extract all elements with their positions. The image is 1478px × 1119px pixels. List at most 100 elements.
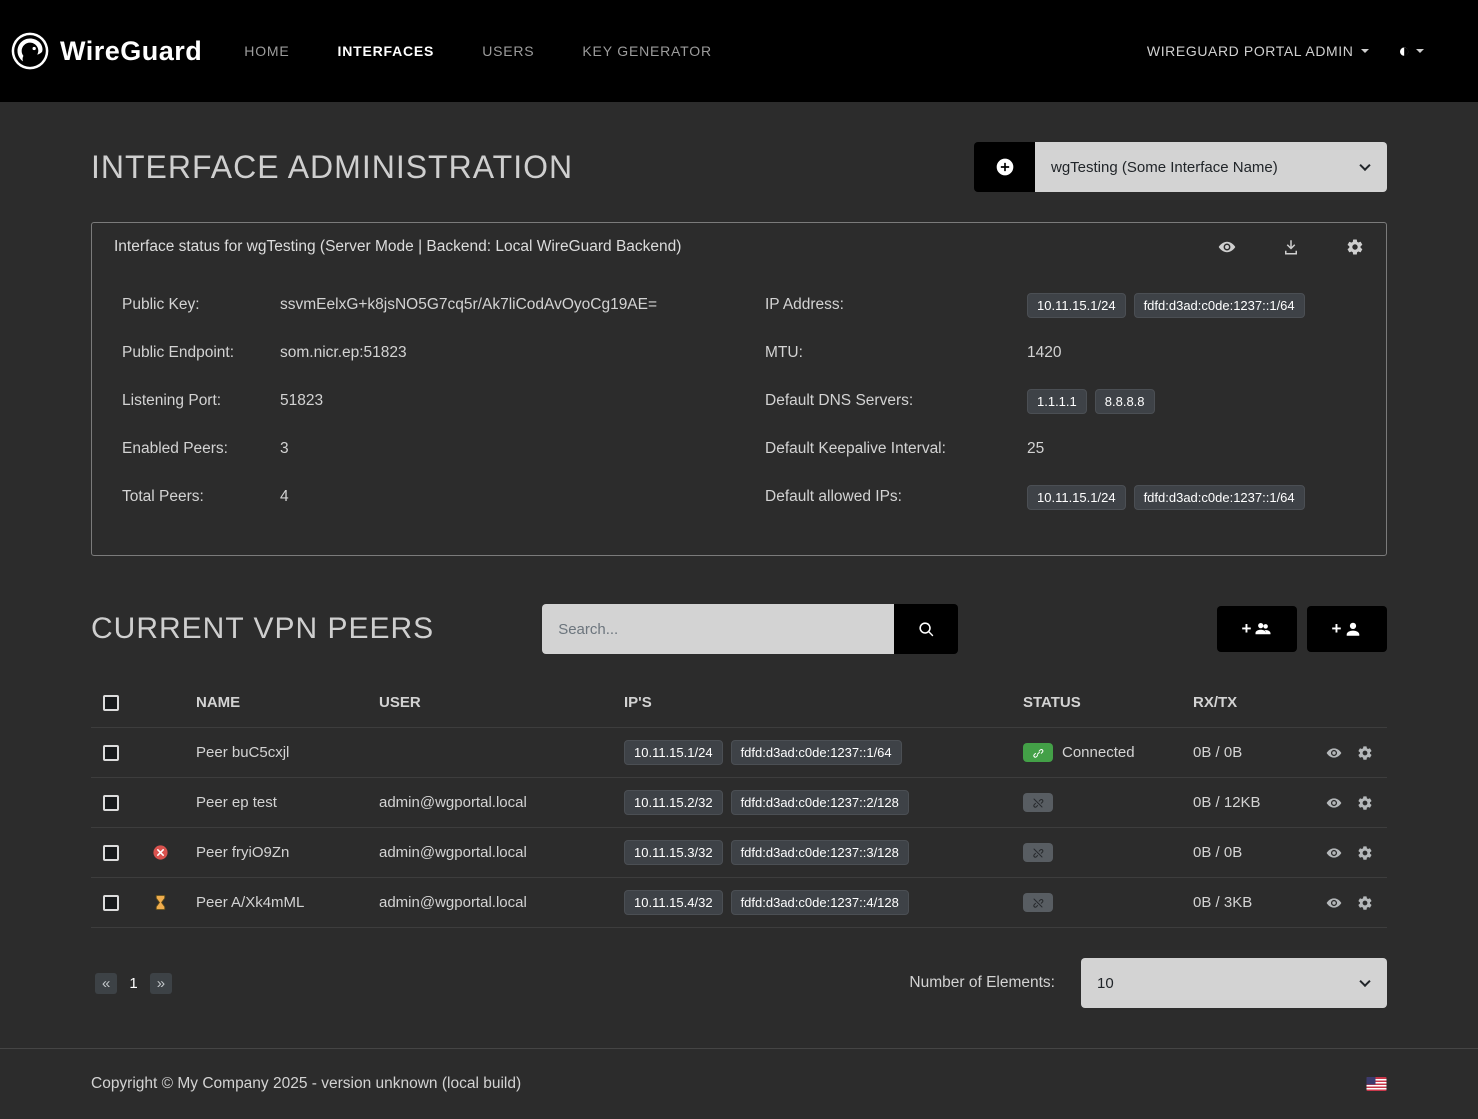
view-peer-icon[interactable]	[1326, 845, 1342, 861]
disconnected-link-icon	[1023, 893, 1053, 912]
search-button[interactable]	[894, 604, 958, 654]
field-public-key: Public Key: ssvmEelxG+k8jsNO5G7cq5r/Ak7l…	[122, 281, 765, 329]
field-public-endpoint: Public Endpoint: som.nicr.ep:51823	[122, 329, 765, 377]
pagination-next[interactable]: »	[150, 973, 172, 994]
peer-ip-badge: 10.11.15.3/32	[624, 840, 723, 865]
search-input[interactable]	[542, 604, 894, 654]
view-peer-icon[interactable]	[1326, 895, 1342, 911]
peer-user: admin@wgportal.local	[379, 794, 624, 811]
edit-peer-icon[interactable]	[1357, 845, 1373, 861]
pagination-prev[interactable]: «	[95, 973, 117, 994]
peer-checkbox[interactable]	[103, 795, 119, 811]
field-mtu: MTU: 1420	[765, 329, 1356, 377]
disconnected-link-icon	[1023, 843, 1053, 862]
nav-item-home[interactable]: HOME	[244, 43, 289, 59]
field-label: Public Endpoint:	[122, 344, 280, 362]
page-size-group: Number of Elements: 10	[909, 958, 1387, 1008]
admin-dropdown[interactable]: WIREGUARD PORTAL ADMIN	[1147, 43, 1369, 59]
peers-toolbar: CURRENT VPN PEERS + +	[91, 604, 1387, 654]
table-footer-controls: « 1 » Number of Elements: 10	[91, 958, 1387, 1008]
theme-toggle-dropdown[interactable]: ◐	[1399, 42, 1424, 61]
peer-name: Peer buC5cxjl	[196, 744, 379, 761]
field-allowed-ips: Default allowed IPs: 10.11.15.1/24 fdfd:…	[765, 473, 1356, 521]
peer-row[interactable]: Peer A/Xk4mML admin@wgportal.local 10.11…	[91, 878, 1387, 928]
plus-icon: +	[1332, 619, 1342, 639]
us-flag-icon[interactable]	[1366, 1077, 1387, 1091]
elements-label: Number of Elements:	[909, 974, 1055, 992]
peer-checkbox[interactable]	[103, 845, 119, 861]
peer-name: Peer fryiO9Zn	[196, 844, 379, 861]
search-icon	[918, 621, 935, 638]
dns-badge: 1.1.1.1	[1027, 389, 1087, 414]
peer-row[interactable]: Peer ep test admin@wgportal.local 10.11.…	[91, 778, 1387, 828]
field-enabled-peers: Enabled Peers: 3	[122, 425, 765, 473]
column-header-rxtx: RX/TX	[1193, 694, 1373, 711]
add-multiple-peers-button[interactable]: +	[1217, 606, 1297, 652]
peer-checkbox[interactable]	[103, 895, 119, 911]
page-size-select[interactable]: 10	[1081, 958, 1387, 1008]
field-label: Default Keepalive Interval:	[765, 440, 1027, 458]
column-header-status: STATUS	[1023, 694, 1193, 711]
chevron-down-icon	[1361, 49, 1369, 53]
peer-ip-badge: 10.11.15.4/32	[624, 890, 723, 915]
peer-ip-badge: fdfd:d3ad:c0de:1237::1/64	[731, 740, 902, 765]
field-value: som.nicr.ep:51823	[280, 344, 407, 362]
plus-circle-icon	[995, 157, 1015, 177]
peer-rxtx: 0B / 0B	[1193, 844, 1326, 861]
wireguard-logo-icon	[10, 31, 50, 71]
peer-user: admin@wgportal.local	[379, 844, 624, 861]
peer-ip-badge: 10.11.15.2/32	[624, 790, 723, 815]
peer-ip-badge: fdfd:d3ad:c0de:1237::2/128	[731, 790, 909, 815]
field-total-peers: Total Peers: 4	[122, 473, 765, 521]
edit-interface-icon[interactable]	[1346, 238, 1364, 256]
view-peer-icon[interactable]	[1326, 795, 1342, 811]
peer-name: Peer ep test	[196, 794, 379, 811]
nav-item-key-generator[interactable]: KEY GENERATOR	[582, 43, 711, 59]
peers-title: CURRENT VPN PEERS	[91, 612, 434, 646]
view-config-icon[interactable]	[1218, 238, 1236, 256]
dns-badge: 8.8.8.8	[1095, 389, 1155, 414]
edit-peer-icon[interactable]	[1357, 795, 1373, 811]
peer-ip-badge: fdfd:d3ad:c0de:1237::4/128	[731, 890, 909, 915]
peer-row[interactable]: Peer buC5cxjl 10.11.15.1/24 fdfd:d3ad:c0…	[91, 728, 1387, 778]
peer-rxtx: 0B / 3KB	[1193, 894, 1326, 911]
field-value: 25	[1027, 440, 1044, 458]
download-config-icon[interactable]	[1282, 238, 1300, 256]
connected-link-icon	[1023, 743, 1053, 762]
theme-half-circle-icon: ◐	[1399, 42, 1410, 61]
peer-checkbox[interactable]	[103, 745, 119, 761]
peer-row[interactable]: Peer fryiO9Zn admin@wgportal.local 10.11…	[91, 828, 1387, 878]
top-navbar: WireGuard HOME INTERFACES USERS KEY GENE…	[0, 0, 1478, 102]
add-interface-button[interactable]	[974, 142, 1035, 192]
field-label: Listening Port:	[122, 392, 280, 410]
peer-expiring-icon	[152, 894, 169, 911]
peer-disabled-icon	[152, 844, 169, 861]
page-footer: Copyright © My Company 2025 - version un…	[0, 1048, 1478, 1119]
interface-select[interactable]: wgTesting (Some Interface Name)	[1035, 142, 1387, 192]
ip-badge: fdfd:d3ad:c0de:1237::1/64	[1134, 485, 1305, 510]
edit-peer-icon[interactable]	[1357, 895, 1373, 911]
interface-admin-header: INTERFACE ADMINISTRATION wgTesting (Some…	[91, 142, 1387, 192]
pagination-page-1[interactable]: 1	[129, 975, 137, 992]
select-all-checkbox[interactable]	[103, 695, 119, 711]
edit-peer-icon[interactable]	[1357, 745, 1373, 761]
field-label: Default allowed IPs:	[765, 488, 1027, 506]
chevron-down-icon	[1416, 49, 1424, 53]
nav-item-interfaces[interactable]: INTERFACES	[338, 43, 435, 59]
column-header-ips: IP'S	[624, 694, 1023, 711]
people-icon	[1254, 620, 1272, 638]
field-label: Default DNS Servers:	[765, 392, 1027, 410]
peer-rxtx: 0B / 0B	[1193, 744, 1326, 761]
view-peer-icon[interactable]	[1326, 745, 1342, 761]
interface-selector-group: wgTesting (Some Interface Name)	[974, 142, 1387, 192]
ip-badge: 10.11.15.1/24	[1027, 485, 1126, 510]
brand-text: WireGuard	[60, 36, 202, 67]
plus-icon: +	[1242, 619, 1252, 639]
wireguard-brand[interactable]: WireGuard	[10, 31, 202, 71]
nav-item-users[interactable]: USERS	[482, 43, 534, 59]
navbar-right: WIREGUARD PORTAL ADMIN ◐	[1147, 42, 1424, 61]
add-peer-button[interactable]: +	[1307, 606, 1387, 652]
person-icon	[1344, 620, 1362, 638]
peer-rxtx: 0B / 12KB	[1193, 794, 1326, 811]
field-value: ssvmEelxG+k8jsNO5G7cq5r/Ak7liCodAvOyoCg1…	[280, 296, 657, 314]
